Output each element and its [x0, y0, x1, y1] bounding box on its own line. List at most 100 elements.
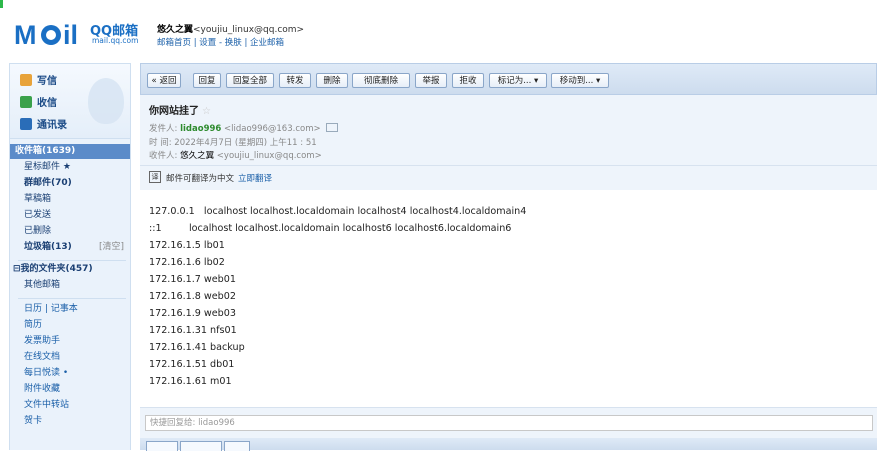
folder-inbox[interactable]: 收件箱(1639) — [10, 144, 130, 159]
folder-starred[interactable]: 星标邮件 ★ — [10, 160, 130, 175]
time-line: 时 间: 2022年4月7日 (星期四) 上午11 : 51 — [149, 136, 317, 148]
app-invoice[interactable]: 发票助手 — [10, 334, 130, 349]
divider — [18, 260, 126, 261]
mark-as-dropdown[interactable]: 标记为... ▾ — [489, 73, 547, 88]
logo-letter-m: M — [14, 20, 36, 50]
my-folders[interactable]: ⊟我的文件夹(457) — [10, 262, 130, 277]
folder-drafts[interactable]: 草稿箱 — [10, 192, 130, 207]
bottom-tab[interactable] — [180, 441, 222, 451]
quick-reply-input[interactable]: 快捷回复给: lidao996 — [145, 415, 873, 431]
logo-domain: mail.qq.com — [92, 36, 139, 45]
check-mail-button[interactable]: 收信 — [20, 94, 57, 109]
report-spam-button[interactable]: 举报 — [415, 73, 447, 88]
divider — [18, 298, 126, 299]
body-line: 172.16.1.9 web03 — [149, 308, 236, 319]
mail-header: M il QQ邮箱 mail.qq.com 悠久之翼<youjiu_linux@… — [0, 8, 877, 60]
reply-all-button[interactable]: 回复全部 — [226, 73, 274, 88]
time-value: 2022年4月7日 (星期四) 上午11 : 51 — [174, 138, 317, 148]
folder-label: 星标邮件 ★ — [24, 162, 71, 172]
from-label: 发件人: — [149, 124, 178, 134]
translate-text: 邮件可翻译为中文 立即翻译 — [166, 172, 272, 184]
other-mailboxes-label: 其他邮箱 — [24, 280, 61, 290]
app-label: 发票助手 — [24, 336, 61, 346]
bottom-toolbar — [140, 438, 877, 451]
app-label: 简历 — [24, 320, 43, 330]
delete-button[interactable]: 删除 — [316, 73, 348, 88]
app-label: 附件收藏 — [24, 384, 61, 394]
pencil-icon — [20, 74, 32, 86]
body-line: 172.16.1.8 web02 — [149, 291, 236, 302]
header-links[interactable]: 邮箱首页 | 设置 - 换肤 | 企业邮箱 — [157, 36, 284, 48]
sender-line: 发件人: lidao996 <lidao996@163.com> — [149, 122, 339, 134]
account-info: 悠久之翼<youjiu_linux@qq.com> — [157, 22, 304, 35]
calendar-notes-links[interactable]: 日历 | 记事本 — [10, 302, 130, 317]
app-greeting-card[interactable]: 贺卡 — [10, 414, 130, 429]
time-label: 时 间: — [149, 138, 172, 148]
body-line: 127.0.0.1 localhost localhost.localdomai… — [149, 206, 527, 217]
logo-letters-il: il — [63, 20, 79, 50]
other-mailboxes[interactable]: 其他邮箱 — [10, 278, 130, 293]
recipient-name[interactable]: 悠久之翼 — [180, 151, 214, 161]
block-sender-button[interactable]: 拒收 — [452, 73, 484, 88]
delete-permanently-button[interactable]: 彻底删除 — [352, 73, 410, 88]
body-line: 172.16.1.51 db01 — [149, 359, 235, 370]
empty-spam-link[interactable]: [清空] — [99, 240, 124, 255]
bottom-tab[interactable] — [224, 441, 250, 451]
message-body: 127.0.0.1 localhost localhost.localdomai… — [140, 190, 877, 406]
subject-text: 你网站挂了 — [149, 106, 199, 117]
app-daily-read[interactable]: 每日悦读 • — [10, 366, 130, 381]
compose-button[interactable]: 写信 — [20, 72, 57, 87]
check-mail-label: 收信 — [37, 98, 57, 109]
app-attachments[interactable]: 附件收藏 — [10, 382, 130, 397]
folder-label: 垃圾箱(13) — [24, 242, 72, 252]
to-label: 收件人: — [149, 151, 178, 161]
back-button[interactable]: « 返回 — [147, 73, 181, 88]
body-line: ::1 localhost localhost.localdomain loca… — [149, 223, 512, 234]
body-line: 172.16.1.7 web01 — [149, 274, 236, 285]
translate-icon: 译 — [149, 171, 161, 183]
bookmarks-bar — [0, 0, 877, 8]
contact-card-icon[interactable] — [326, 123, 339, 132]
body-line: 172.16.1.41 backup — [149, 342, 245, 353]
folder-label: 已发送 — [24, 210, 52, 220]
star-toggle-icon[interactable]: ☆ — [202, 106, 211, 117]
move-to-dropdown[interactable]: 移动到... ▾ — [551, 73, 609, 88]
app-label: 贺卡 — [24, 416, 43, 426]
app-label: 每日悦读 • — [24, 368, 69, 378]
sender-email: <lidao996@163.com> — [224, 124, 321, 134]
app-resume[interactable]: 简历 — [10, 318, 130, 333]
contacts-label: 通讯录 — [37, 120, 67, 131]
reading-pane: « 返回 回复 回复全部 转发 删除 彻底删除 举报 拒收 标记为... ▾ 移… — [140, 63, 877, 451]
contacts-card-icon — [20, 118, 32, 130]
inbox-arrow-icon — [20, 96, 32, 108]
reply-button[interactable]: 回复 — [193, 73, 221, 88]
folder-label: 草稿箱 — [24, 194, 52, 204]
folder-sent[interactable]: 已发送 — [10, 208, 130, 223]
body-line: 172.16.1.6 lb02 — [149, 257, 225, 268]
app-file-transfer[interactable]: 文件中转站 — [10, 398, 130, 413]
logo-o-ring — [41, 25, 61, 45]
folder-label: 收件箱(1639) — [15, 146, 76, 156]
message-toolbar: « 返回 回复 回复全部 转发 删除 彻底删除 举报 拒收 标记为... ▾ 移… — [140, 63, 877, 95]
translate-bar: 译 邮件可翻译为中文 立即翻译 — [140, 165, 877, 191]
account-name: 悠久之翼 — [157, 25, 194, 35]
folder-label: 群邮件(70) — [24, 178, 72, 188]
folder-group-mail[interactable]: 群邮件(70) — [10, 176, 130, 191]
body-line: 172.16.1.5 lb01 — [149, 240, 225, 251]
app-label: 在线文档 — [24, 352, 61, 362]
translate-hint: 邮件可翻译为中文 — [166, 174, 235, 184]
recipient-email: <youjiu_linux@qq.com> — [216, 151, 322, 161]
body-line: 172.16.1.61 m01 — [149, 376, 232, 387]
folder-deleted[interactable]: 已删除 — [10, 224, 130, 239]
recipient-line: 收件人: 悠久之翼 <youjiu_linux@qq.com> — [149, 149, 322, 161]
calendar-notes-label: 日历 | 记事本 — [24, 304, 78, 314]
bottom-tab[interactable] — [146, 441, 178, 451]
sender-name[interactable]: lidao996 — [180, 124, 221, 134]
folder-spam[interactable]: 垃圾箱(13) [清空] — [10, 240, 130, 255]
forward-button[interactable]: 转发 — [279, 73, 311, 88]
app-docs[interactable]: 在线文档 — [10, 350, 130, 365]
sidebar-actions: 写信 收信 通讯录 — [10, 64, 130, 139]
translate-now-link[interactable]: 立即翻译 — [238, 174, 272, 184]
account-email: <youjiu_linux@qq.com> — [193, 25, 305, 35]
contacts-button[interactable]: 通讯录 — [20, 116, 67, 131]
